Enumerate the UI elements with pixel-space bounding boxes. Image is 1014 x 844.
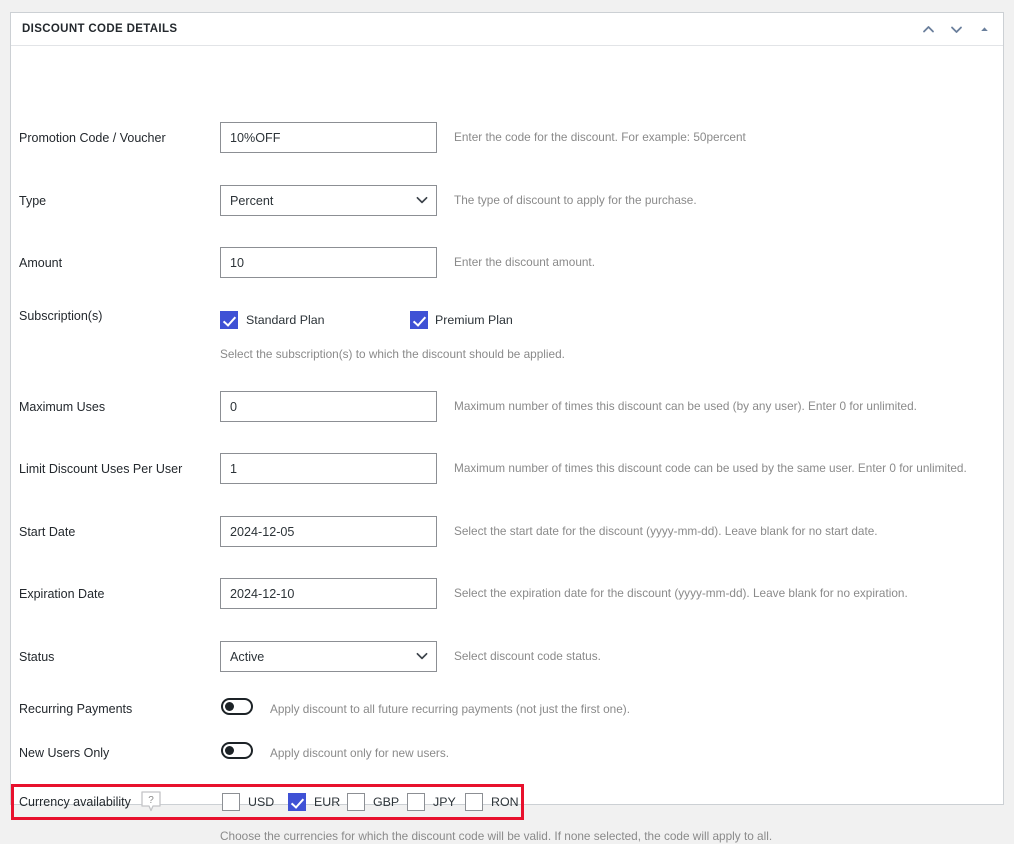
promotion-code-input[interactable] (220, 122, 437, 153)
subscriptions-help: Select the subscription(s) to which the … (220, 347, 565, 361)
currency-availability-label: Currency availability (19, 795, 131, 809)
checkbox-label-standard-plan[interactable]: Standard Plan (246, 311, 325, 329)
toggle-knob (225, 702, 234, 711)
checkbox-label-usd[interactable]: USD (248, 793, 274, 811)
start-date-label: Start Date (19, 525, 76, 539)
checkbox-usd[interactable] (222, 793, 240, 811)
help-tooltip-icon-glyph: ? (141, 791, 161, 812)
new-users-only-label: New Users Only (19, 746, 110, 760)
type-select-wrapper: Percent (220, 185, 437, 216)
promotion-code-help: Enter the code for the discount. For exa… (454, 130, 746, 144)
expiration-date-help: Select the expiration date for the disco… (454, 586, 908, 600)
limit-per-user-input[interactable] (220, 453, 437, 484)
checkbox-premium-plan[interactable] (410, 311, 428, 329)
currency-availability-help: Choose the currencies for which the disc… (220, 829, 773, 843)
expiration-date-input[interactable] (220, 578, 437, 609)
type-help: The type of discount to apply for the pu… (454, 193, 697, 207)
checkbox-label-premium-plan[interactable]: Premium Plan (435, 311, 513, 329)
checkbox-standard-plan[interactable] (220, 311, 238, 329)
checkbox-jpy[interactable] (407, 793, 425, 811)
start-date-input[interactable] (220, 516, 437, 547)
maximum-uses-help: Maximum number of times this discount ca… (454, 399, 917, 413)
maximum-uses-label: Maximum Uses (19, 400, 106, 414)
move-up-button[interactable] (915, 17, 941, 43)
discount-form: Promotion Code / Voucher Enter the code … (11, 46, 1003, 843)
recurring-payments-toggle[interactable] (221, 698, 253, 715)
limit-per-user-label: Limit Discount Uses Per User (19, 462, 183, 476)
toggle-knob (225, 746, 234, 755)
amount-label: Amount (19, 256, 63, 270)
panel-header-actions (915, 13, 997, 46)
panel-header: DISCOUNT CODE DETAILS (11, 13, 1003, 46)
type-select[interactable]: Percent (220, 185, 437, 216)
new-users-only-toggle[interactable] (221, 742, 253, 759)
checkbox-ron[interactable] (465, 793, 483, 811)
recurring-payments-label: Recurring Payments (19, 702, 133, 716)
chevron-down-icon (950, 26, 962, 33)
collapse-panel-button[interactable] (971, 17, 997, 43)
expiration-date-label: Expiration Date (19, 587, 105, 601)
status-select[interactable]: Active (220, 641, 437, 672)
status-help: Select discount code status. (454, 649, 601, 663)
checkbox-gbp[interactable] (347, 793, 365, 811)
checkbox-eur[interactable] (288, 793, 306, 811)
maximum-uses-input[interactable] (220, 391, 437, 422)
promotion-code-label: Promotion Code / Voucher (19, 131, 166, 145)
discount-code-details-panel: DISCOUNT CODE DETAILS Promotion Code / V… (10, 12, 1004, 843)
amount-input[interactable] (220, 247, 437, 278)
move-down-button[interactable] (943, 17, 969, 43)
checkbox-label-eur[interactable]: EUR (314, 793, 340, 811)
tooltip-question-glyph: ? (148, 795, 154, 806)
panel-title: DISCOUNT CODE DETAILS (22, 23, 178, 35)
start-date-help: Select the start date for the discount (… (454, 524, 878, 538)
limit-per-user-help: Maximum number of times this discount co… (454, 461, 967, 475)
recurring-payments-help: Apply discount to all future recurring p… (270, 702, 630, 716)
checkbox-label-ron[interactable]: RON (491, 793, 519, 811)
new-users-only-help: Apply discount only for new users. (270, 746, 450, 760)
checkbox-label-jpy[interactable]: JPY (433, 793, 456, 811)
status-label: Status (19, 650, 55, 664)
help-tooltip-icon[interactable]: ? (141, 791, 161, 813)
caret-up-icon (980, 27, 988, 31)
type-label: Type (19, 194, 47, 208)
amount-help: Enter the discount amount. (454, 255, 595, 269)
subscriptions-label: Subscription(s) (19, 309, 103, 323)
chevron-up-icon (922, 26, 934, 33)
checkbox-label-gbp[interactable]: GBP (373, 793, 399, 811)
status-select-wrapper: Active (220, 641, 437, 672)
